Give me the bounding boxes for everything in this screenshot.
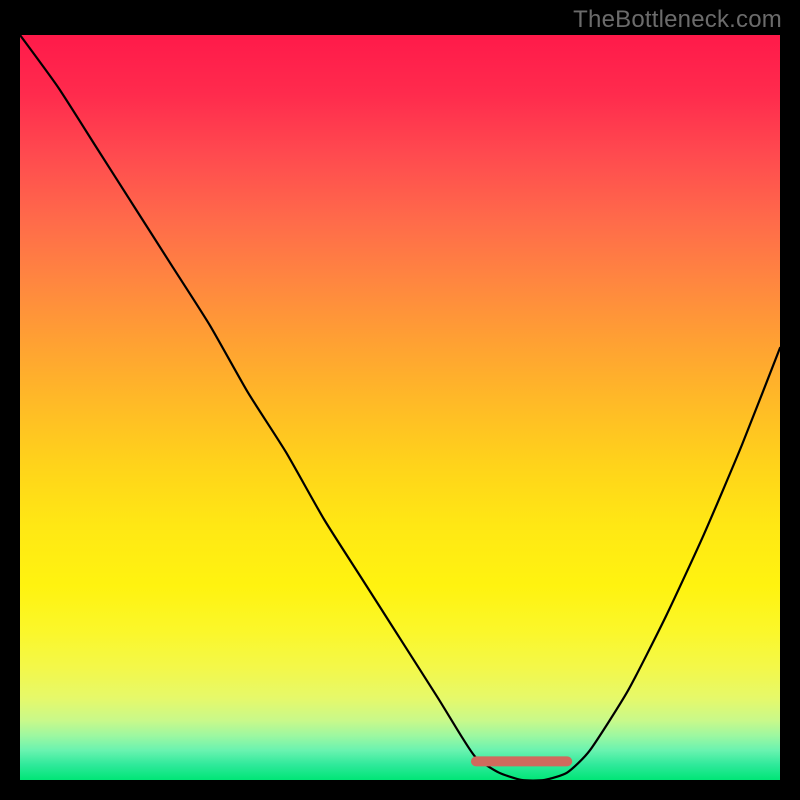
- chart-frame: TheBottleneck.com: [0, 0, 800, 800]
- plot-area: [20, 35, 780, 780]
- bottleneck-curve: [20, 35, 780, 780]
- watermark-text: TheBottleneck.com: [573, 6, 782, 34]
